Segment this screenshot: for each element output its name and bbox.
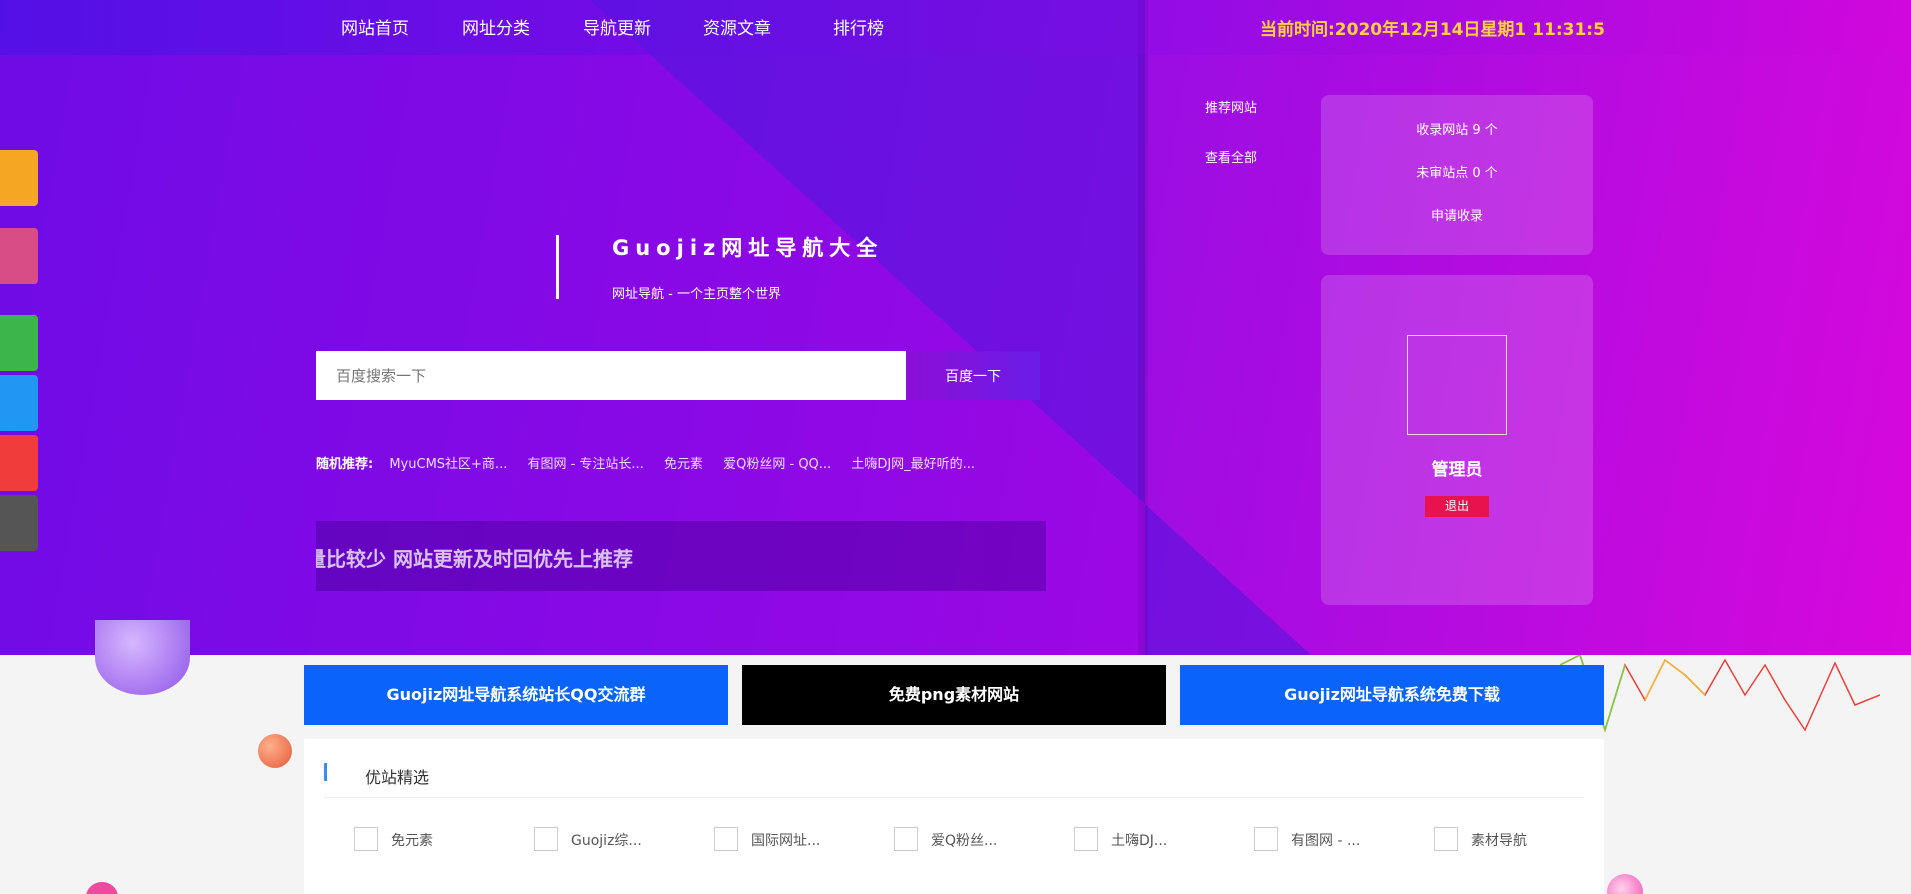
- top-navigation-bar: [0, 0, 1911, 55]
- site-favicon-icon: [1074, 827, 1098, 851]
- site-favicon-icon: [354, 827, 378, 851]
- nav-item-articles[interactable]: 资源文章: [703, 14, 771, 39]
- apply-submission-link[interactable]: 申请收录: [1321, 205, 1593, 224]
- current-time: 当前时间:2020年12月14日星期1 11:31:5: [1260, 20, 1605, 40]
- banner-qq-group[interactable]: Guojiz网址导航系统站长QQ交流群: [304, 665, 728, 725]
- site-name: 国际网址...: [751, 833, 821, 849]
- site-name: 有图网 - ...: [1291, 833, 1361, 849]
- side-tab-green[interactable]: [0, 315, 38, 371]
- site-name: Guojiz综...: [571, 833, 642, 849]
- section-title: 优站精选: [365, 768, 430, 787]
- admin-box: [1321, 275, 1593, 605]
- site-name: 免元素: [391, 833, 433, 849]
- search-button[interactable]: 百度一下: [906, 351, 1040, 400]
- pending-sites-count: 未审站点 0 个: [1416, 166, 1498, 181]
- random-recommend-label: 随机推荐:: [316, 457, 374, 472]
- random-link[interactable]: 有图网 - 专注站长...: [527, 457, 643, 472]
- site-favicon-icon: [714, 827, 738, 851]
- site-favicon-icon: [534, 827, 558, 851]
- random-link[interactable]: 免元素: [664, 457, 703, 472]
- section-accent: [324, 763, 327, 781]
- random-link[interactable]: 爱Q粉丝网 - QQ...: [723, 457, 831, 472]
- random-link[interactable]: 土嗨DJ网_最好听的...: [851, 457, 975, 472]
- side-tab-blue[interactable]: [0, 375, 38, 431]
- section-divider: [324, 797, 1584, 798]
- side-tab-gray[interactable]: [0, 495, 38, 551]
- admin-avatar: [1407, 335, 1507, 435]
- logout-button[interactable]: 退出: [1425, 496, 1489, 517]
- banner-free-download[interactable]: Guojiz网址导航系统免费下载: [1180, 665, 1604, 725]
- decor-zigzag-lines: [1560, 655, 1880, 733]
- decor-bubble-purple: [95, 620, 190, 695]
- announcement-marquee: 量比较少 网站更新及时回优先上推荐: [316, 521, 1046, 591]
- banner-png-materials[interactable]: 免费png素材网站: [742, 665, 1166, 725]
- site-subtitle: 网址导航 - 一个主页整个世界: [612, 287, 781, 302]
- site-favicon-icon: [1254, 827, 1278, 851]
- view-all-link[interactable]: 查看全部: [1205, 147, 1257, 166]
- search-input[interactable]: [316, 351, 906, 400]
- decor-bubble-pink-left: [86, 882, 118, 894]
- brand-divider: [556, 235, 559, 299]
- stats-box: 收录网站 9 个 未审站点 0 个 申请收录: [1321, 95, 1593, 255]
- site-name: 爱Q粉丝...: [931, 833, 998, 849]
- site-name: 素材导航: [1471, 833, 1527, 849]
- decor-bubble-orange: [258, 734, 292, 768]
- indexed-sites-count: 收录网站 9 个: [1416, 123, 1498, 138]
- random-link[interactable]: MyuCMS社区+商...: [389, 457, 507, 472]
- side-tab-pink[interactable]: [0, 228, 38, 284]
- decor-bubble-pink-right: [1607, 874, 1643, 894]
- hero-section: 网站首页 网址分类 导航更新 资源文章 排行榜 当前时间:2020年12月14日…: [0, 0, 1911, 655]
- featured-sites-card: 优站精选 免元素 Guojiz综... 国际网址... 爱Q粉丝... 土嗨DJ…: [304, 739, 1604, 894]
- site-favicon-icon: [894, 827, 918, 851]
- random-recommend: 随机推荐: MyuCMS社区+商... 有图网 - 专注站长... 免元素 爱Q…: [316, 453, 991, 472]
- site-favicon-icon: [1434, 827, 1458, 851]
- nav-item-categories[interactable]: 网址分类: [462, 14, 530, 39]
- side-tab-orange[interactable]: [0, 150, 38, 206]
- announcement-text: 量比较少 网站更新及时回优先上推荐: [316, 547, 633, 571]
- admin-name: 管理员: [1431, 460, 1483, 480]
- recommended-sites-link[interactable]: 推荐网站: [1205, 97, 1257, 116]
- nav-item-updates[interactable]: 导航更新: [583, 14, 651, 39]
- site-name: 土嗨DJ...: [1111, 833, 1168, 849]
- nav-item-home[interactable]: 网站首页: [341, 14, 409, 39]
- site-title: Guojiz网址导航大全: [612, 236, 884, 260]
- nav-item-ranking[interactable]: 排行榜: [833, 14, 884, 39]
- side-tab-red[interactable]: [0, 435, 38, 491]
